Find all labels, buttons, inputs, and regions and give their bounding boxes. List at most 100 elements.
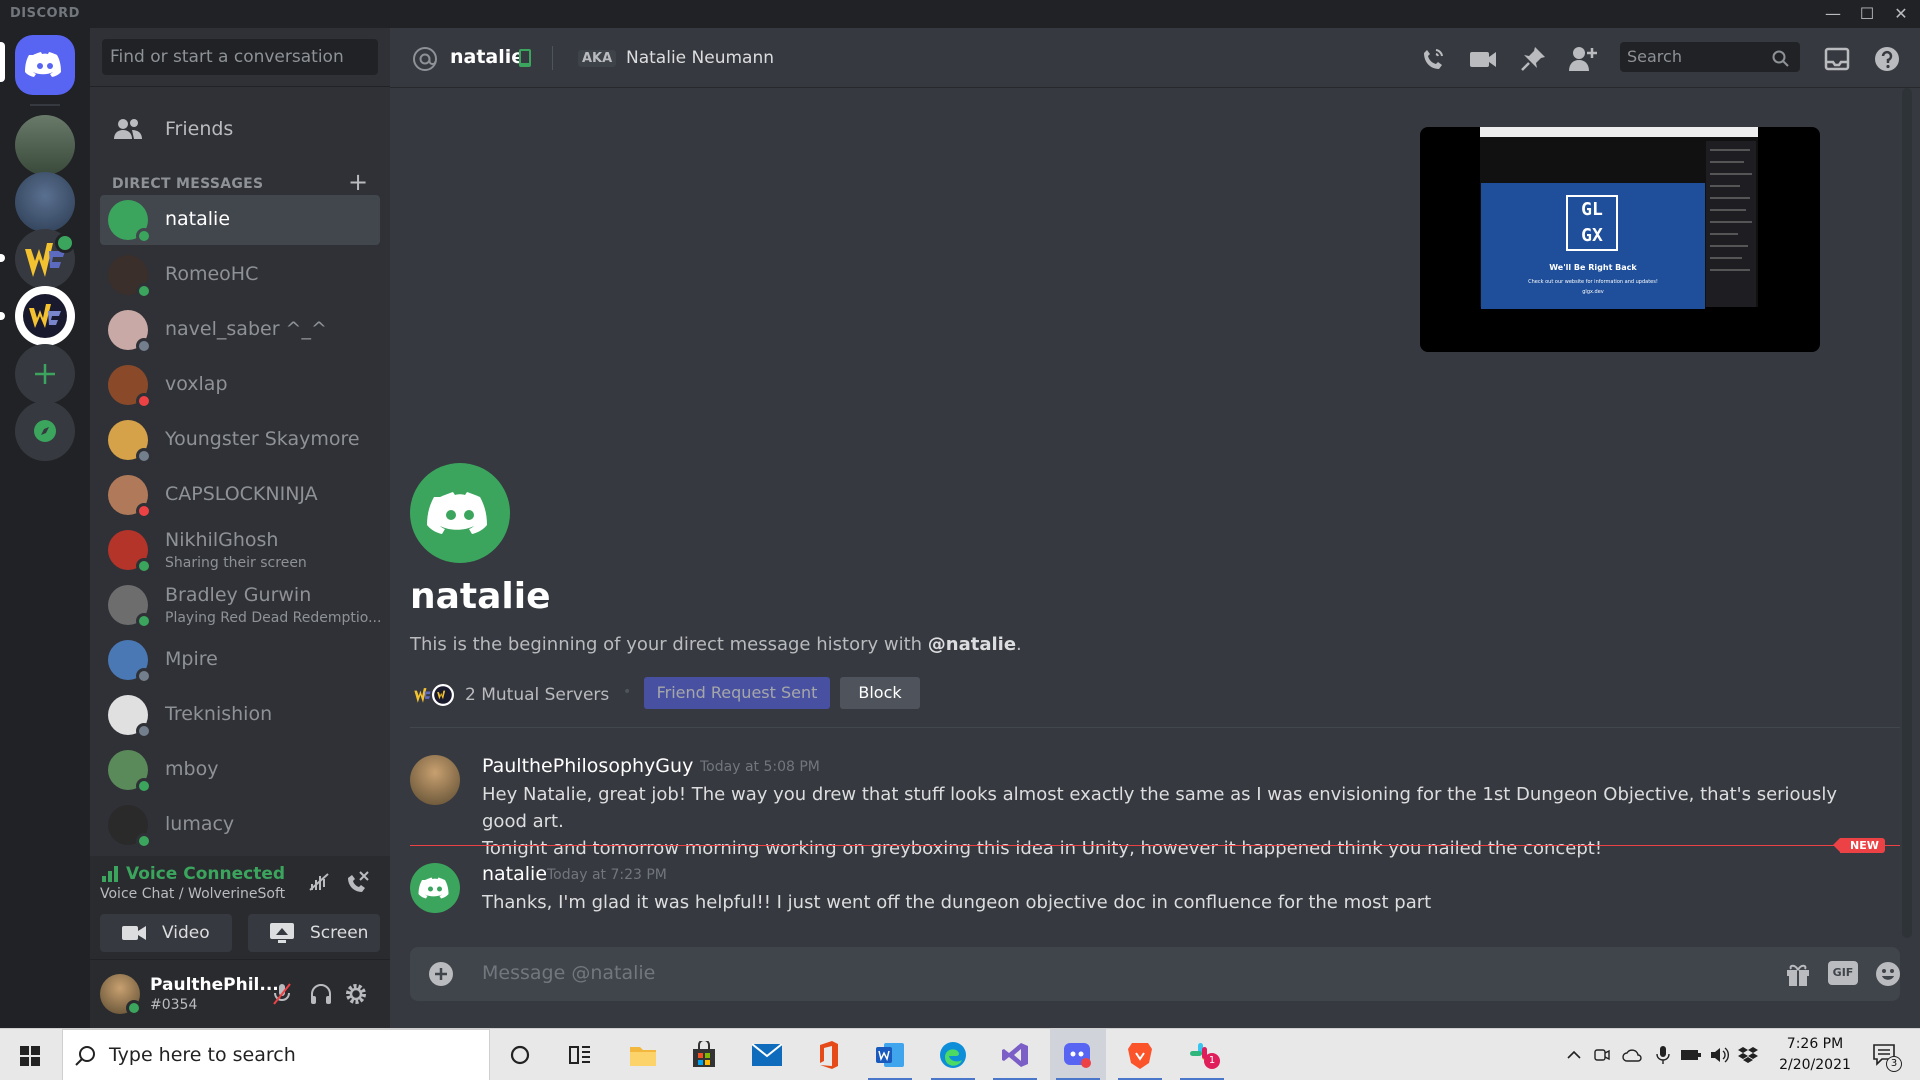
create-dm-button[interactable]: + xyxy=(348,168,368,196)
dropbox-icon[interactable] xyxy=(1738,1046,1758,1064)
chevron-up-icon[interactable] xyxy=(1566,1047,1582,1063)
slack-badge: 1 xyxy=(1204,1053,1220,1069)
dm-item[interactable]: Mpire xyxy=(100,635,380,685)
title-bar: DISCORD — ☐ ✕ xyxy=(0,0,1920,28)
microsoft-store-app[interactable] xyxy=(676,1029,732,1080)
meet-now-icon[interactable] xyxy=(1594,1047,1610,1063)
voice-channel-link[interactable]: Voice Chat / WolverineSoft xyxy=(100,886,285,902)
message-composer: Message @natalie GIF xyxy=(410,947,1900,1001)
voice-connection-panel: Voice Connected Voice Chat / WolverineSo… xyxy=(90,856,390,960)
user-status-online xyxy=(126,1000,142,1016)
emoji-icon[interactable] xyxy=(1874,960,1902,988)
add-friends-to-dm-icon[interactable] xyxy=(1568,44,1598,74)
dm-item[interactable]: lumacy xyxy=(100,800,380,850)
settings-gear-icon[interactable] xyxy=(344,982,368,1006)
file-explorer-app[interactable] xyxy=(615,1029,671,1080)
volume-icon[interactable] xyxy=(1710,1046,1730,1064)
taskbar-clock[interactable]: 7:26 PM 2/20/2021 xyxy=(1770,1034,1860,1076)
mail-app[interactable] xyxy=(739,1029,795,1080)
minimize-button[interactable]: — xyxy=(1816,2,1850,26)
dm-name: mboy xyxy=(165,758,219,780)
screen-share-icon xyxy=(270,923,294,943)
dm-item[interactable]: mboy xyxy=(100,745,380,795)
dm-item[interactable]: natalie xyxy=(100,195,380,245)
maximize-button[interactable]: ☐ xyxy=(1850,2,1884,26)
message-input[interactable]: Message @natalie xyxy=(482,962,655,984)
guild-icon-1[interactable] xyxy=(15,115,75,175)
start-voice-call-icon[interactable] xyxy=(1418,44,1448,74)
onedrive-cloud-icon[interactable] xyxy=(1622,1047,1642,1063)
cortana-button[interactable] xyxy=(492,1029,548,1080)
dm-name: navel_saber ^_^ xyxy=(165,318,327,340)
message-author[interactable]: natalie xyxy=(482,863,547,885)
visual-studio-app[interactable] xyxy=(987,1029,1043,1080)
message-timestamp: Today at 7:23 PM xyxy=(547,867,667,883)
disconnect-call-icon[interactable] xyxy=(344,870,370,894)
intro-recipient-name: natalie xyxy=(410,576,551,617)
selected-pill xyxy=(0,42,5,82)
brave-lion-icon xyxy=(1128,1043,1152,1069)
help-icon[interactable] xyxy=(1872,44,1902,74)
server-list xyxy=(0,28,90,1028)
author-avatar[interactable] xyxy=(410,863,460,913)
status-indicator xyxy=(136,558,152,574)
upload-plus-icon[interactable] xyxy=(428,961,454,987)
author-avatar[interactable] xyxy=(410,755,460,805)
preview-brb-url: glgx.dev xyxy=(1582,289,1604,295)
dm-item[interactable]: Treknishion xyxy=(100,690,380,740)
add-server-button[interactable] xyxy=(15,344,75,404)
inbox-icon[interactable] xyxy=(1822,44,1852,74)
start-video-call-icon[interactable] xyxy=(1468,44,1498,74)
new-messages-badge: NEW xyxy=(1833,838,1885,853)
discord-logo-icon xyxy=(418,877,449,899)
chat-area: GL GX We'll Be Right Back Check out our … xyxy=(390,88,1920,1028)
microphone-in-use-icon[interactable] xyxy=(1656,1045,1670,1065)
task-view-button[interactable] xyxy=(552,1029,608,1080)
dm-item[interactable]: CAPSLOCKNINJA xyxy=(100,470,380,520)
word-app[interactable] xyxy=(862,1029,918,1080)
dm-name: natalie xyxy=(165,208,231,230)
video-button[interactable]: Video xyxy=(100,914,232,952)
dm-item[interactable]: voxlap xyxy=(100,360,380,410)
chat-header: natalie AKA Natalie Neumann Search xyxy=(390,28,1920,88)
signal-icon xyxy=(102,866,118,882)
find-conversation-input[interactable]: Find or start a conversation xyxy=(102,39,378,75)
dm-item[interactable]: Youngster Skaymore xyxy=(100,415,380,465)
mobile-online-icon xyxy=(519,49,531,67)
block-button[interactable]: Block xyxy=(840,677,920,709)
gift-icon[interactable] xyxy=(1784,960,1812,988)
pinned-messages-icon[interactable] xyxy=(1518,44,1548,74)
slack-app[interactable]: 1 xyxy=(1174,1029,1230,1080)
voice-status: Voice Connected xyxy=(126,864,286,884)
windows-start-icon[interactable] xyxy=(20,1046,40,1066)
user-tag: #0354 xyxy=(150,997,198,1013)
guild-icon-2[interactable] xyxy=(15,172,75,232)
mute-microphone-icon[interactable] xyxy=(270,982,294,1006)
message-author[interactable]: PaulthePhilosophyGuy xyxy=(482,755,693,777)
headphones-icon[interactable] xyxy=(309,982,333,1006)
explore-servers-button[interactable] xyxy=(15,401,75,461)
office-app[interactable] xyxy=(800,1029,856,1080)
discord-icon xyxy=(1064,1043,1091,1068)
screen-share-preview[interactable]: GL GX We'll Be Right Back Check out our … xyxy=(1420,127,1820,352)
friend-request-sent-button[interactable]: Friend Request Sent xyxy=(644,677,830,709)
guild-wolverinesoft[interactable] xyxy=(15,286,75,346)
dm-item[interactable]: navel_saber ^_^ xyxy=(100,305,380,355)
dm-item[interactable]: Bradley Gurwin Playing Red Dead Redemptio… xyxy=(100,580,381,630)
close-button[interactable]: ✕ xyxy=(1884,2,1918,26)
battery-icon[interactable] xyxy=(1680,1047,1702,1063)
status-indicator xyxy=(136,228,152,244)
chat-scrollbar[interactable] xyxy=(1902,88,1912,938)
discord-app[interactable] xyxy=(1050,1029,1106,1080)
noise-suppression-icon[interactable] xyxy=(306,870,332,894)
home-button[interactable] xyxy=(15,35,75,95)
dm-item[interactable]: NikhilGhosh Sharing their screen xyxy=(100,525,380,575)
gif-picker-button[interactable]: GIF xyxy=(1828,961,1858,985)
friends-nav-item[interactable]: Friends xyxy=(100,105,380,155)
screen-share-button[interactable]: Screen xyxy=(248,914,380,952)
taskbar-search-box[interactable]: Type here to search xyxy=(62,1029,490,1080)
recipient-real-name: Natalie Neumann xyxy=(626,48,775,68)
brave-app[interactable] xyxy=(1112,1029,1168,1080)
edge-app[interactable] xyxy=(925,1029,981,1080)
dm-item[interactable]: RomeoHC xyxy=(100,250,380,300)
